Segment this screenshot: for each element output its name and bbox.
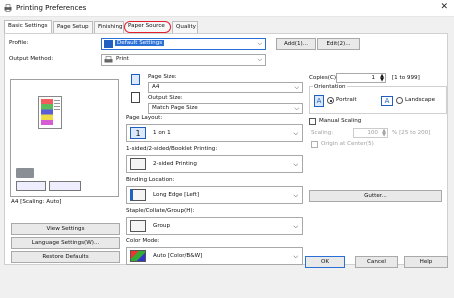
binding-value: Long Edge [Left] (153, 192, 200, 198)
scaling-range: % [25 to 200] (392, 130, 431, 136)
scaling-label: Scaling: (311, 130, 334, 136)
page-layout-select[interactable]: 1 1 on 1 ⌵ (126, 124, 303, 142)
printer-icon (4, 4, 12, 12)
print-preview (10, 79, 119, 197)
scaling-input[interactable]: 100 ▲ ▼ (353, 128, 388, 138)
close-icon[interactable]: ✕ (440, 2, 448, 12)
chevron-down-icon: ⌵ (293, 130, 298, 137)
help-button[interactable]: Help (404, 256, 448, 268)
page-layout-icon: 1 (130, 127, 146, 139)
scaling-value: 100 (367, 130, 378, 136)
manual-scaling-checkbox[interactable] (309, 118, 316, 125)
chevron-down-icon: ⌵ (294, 84, 299, 91)
basic-settings-panel: Profile: Default Settings ⌵ Add(1)... Ed… (4, 33, 448, 265)
spinner-icon[interactable]: ▲ ▼ (380, 74, 384, 83)
tab-page-setup[interactable]: Page Setup (53, 21, 93, 33)
chevron-down-icon: ⌵ (294, 105, 299, 112)
gutter-button[interactable]: Gutter... (309, 190, 442, 202)
staple-select[interactable]: Group ⌵ (126, 217, 303, 235)
copies-value: 1 (371, 75, 375, 81)
chevron-down-icon: ⌵ (293, 161, 298, 168)
printer-machine-icon (16, 168, 34, 178)
add-profile-button[interactable]: Add(1)... (276, 38, 316, 50)
window-title: Printing Preferences (16, 4, 87, 12)
color-mode-label: Color Mode: (126, 238, 160, 244)
cancel-button[interactable]: Cancel (355, 256, 398, 268)
language-settings-button[interactable]: Language Settings(W)... (11, 237, 120, 249)
chevron-down-icon: ⌵ (257, 56, 262, 63)
two-sided-icon (130, 158, 146, 170)
tab-finishing[interactable]: Finishing (94, 21, 124, 33)
portrait-icon: A (314, 95, 324, 107)
preview-caption: A4 [Scaling: Auto] (11, 199, 62, 205)
chevron-down-icon: ⌵ (257, 40, 262, 47)
title-bar: Printing Preferences ✕ (0, 0, 454, 17)
output-size-label: Output Size: (148, 95, 183, 101)
copies-input[interactable]: 1 ▲ ▼ (336, 73, 386, 83)
layout-toggle-2[interactable] (49, 181, 81, 191)
copies-range: [1 to 999] (392, 75, 420, 81)
tab-quality[interactable]: Quality (172, 21, 198, 33)
tab-paper-source[interactable]: Paper Source (124, 21, 171, 33)
output-size-icon (131, 92, 140, 103)
printing-select[interactable]: 2-sided Printing ⌵ (126, 155, 303, 173)
profile-label: Profile: (9, 40, 29, 46)
page-size-value: A4 (152, 84, 160, 90)
page-size-icon (131, 74, 140, 85)
output-method-select[interactable]: Print ⌵ (101, 54, 266, 66)
staple-value: Group (153, 223, 171, 229)
profile-value: Default Settings (115, 40, 165, 46)
chevron-down-icon: ⌵ (293, 192, 298, 199)
printing-value: 2-sided Printing (153, 161, 197, 167)
profile-icon (104, 40, 113, 48)
chevron-down-icon: ⌵ (293, 253, 298, 260)
output-method-value: Print (116, 56, 129, 62)
origin-center-checkbox[interactable] (311, 141, 318, 148)
binding-label: Binding Location: (126, 177, 175, 183)
orientation-label: Orientation (313, 84, 347, 90)
view-settings-button[interactable]: View Settings (11, 223, 120, 235)
manual-scaling-label: Manual Scaling (319, 118, 362, 124)
printing-label: 1-sided/2-sided/Booklet Printing: (126, 146, 218, 152)
page-layout-label: Page Layout: (126, 115, 163, 121)
output-method-label: Output Method: (9, 56, 54, 62)
origin-center-label: Origin at Center(5) (321, 141, 374, 147)
portrait-radio[interactable] (327, 97, 334, 104)
group-icon (130, 220, 146, 232)
chevron-down-icon: ⌵ (293, 223, 298, 230)
landscape-label: Landscape (405, 97, 436, 103)
landscape-radio[interactable] (396, 97, 403, 104)
profile-select[interactable]: Default Settings ⌵ (101, 38, 266, 50)
landscape-icon: A (381, 96, 393, 106)
binding-icon (130, 189, 146, 201)
layout-toggle-1[interactable] (16, 181, 46, 191)
binding-select[interactable]: Long Edge [Left] ⌵ (126, 186, 303, 204)
edit-profile-button[interactable]: Edit(2)... (317, 38, 360, 50)
color-mode-icon (130, 250, 146, 262)
output-size-value: Match Page Size (152, 105, 198, 111)
spinner-icon[interactable]: ▲ ▼ (382, 129, 386, 138)
preview-page-image (38, 96, 62, 129)
staple-label: Staple/Collate/Group(H): (126, 208, 195, 214)
tab-basic-settings[interactable]: Basic Settings (4, 20, 52, 33)
ok-button[interactable]: OK (305, 256, 345, 268)
page-size-select[interactable]: A4 ⌵ (148, 82, 303, 93)
print-icon (104, 56, 113, 64)
page-layout-value: 1 on 1 (153, 130, 171, 136)
page-size-label: Page Size: (148, 74, 177, 80)
restore-defaults-button[interactable]: Restore Defaults (11, 251, 120, 263)
color-mode-select[interactable]: Auto [Color/B&W] ⌵ (126, 247, 303, 265)
copies-label: Copies(C): (309, 75, 338, 81)
color-mode-value: Auto [Color/B&W] (153, 253, 203, 259)
portrait-label: Portrait (336, 97, 357, 103)
output-size-select[interactable]: Match Page Size ⌵ (148, 103, 303, 114)
